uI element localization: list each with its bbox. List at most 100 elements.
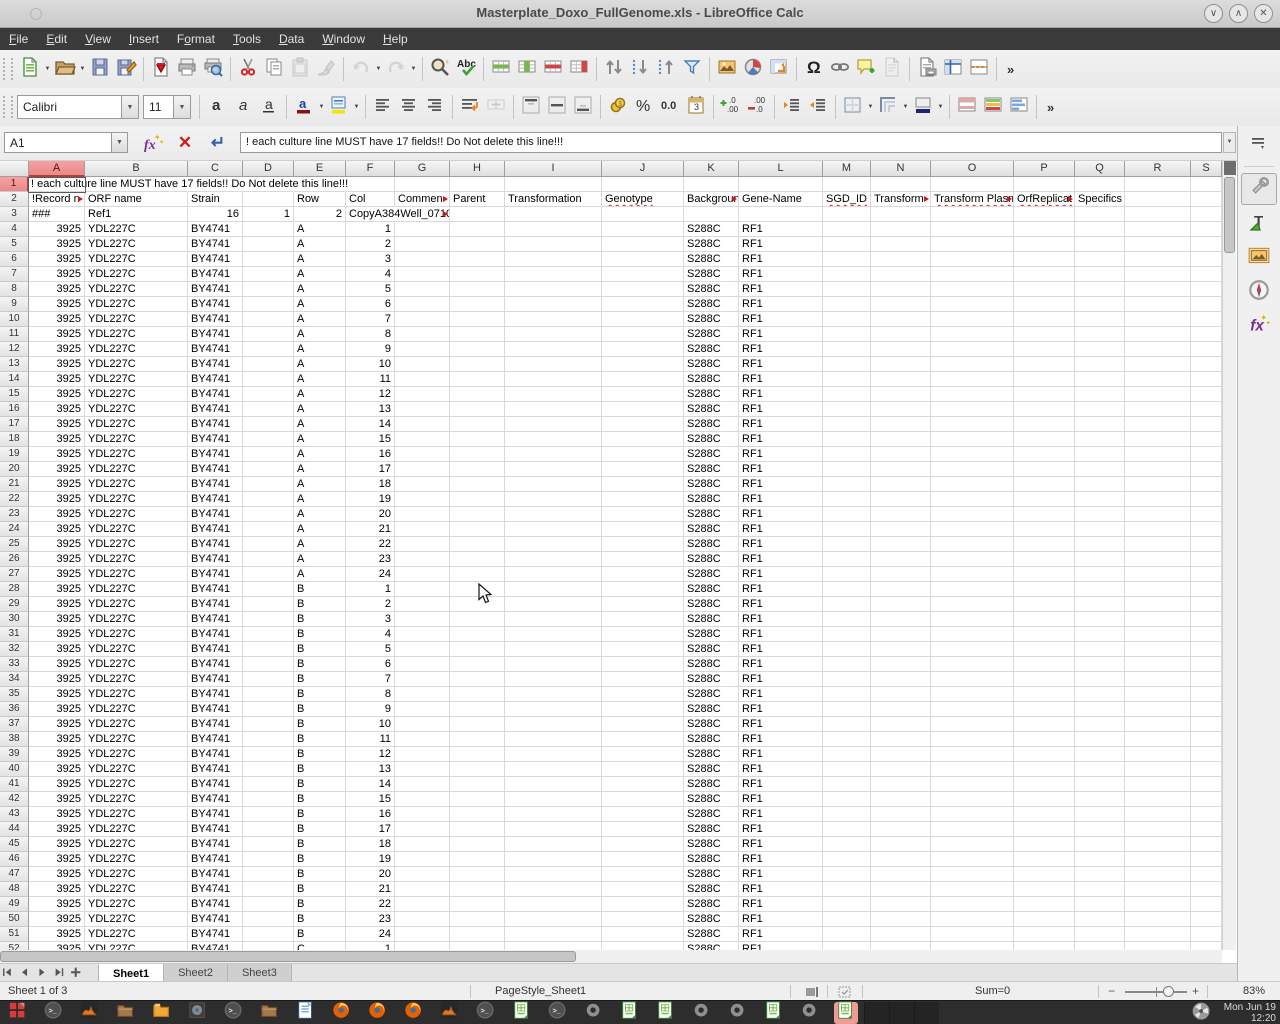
cell[interactable]: S288C bbox=[684, 222, 739, 237]
cell[interactable] bbox=[823, 507, 871, 522]
format-number-button[interactable]: 0.0 bbox=[657, 94, 683, 120]
cell[interactable] bbox=[1014, 762, 1075, 777]
cell[interactable]: B bbox=[294, 777, 346, 792]
cell[interactable]: RF1 bbox=[739, 477, 823, 492]
cell[interactable] bbox=[602, 612, 684, 627]
menu-data[interactable]: Data bbox=[270, 28, 313, 50]
cell[interactable]: YDL227C bbox=[85, 312, 188, 327]
column-header-N[interactable]: N bbox=[871, 161, 931, 177]
cell[interactable]: S288C bbox=[684, 672, 739, 687]
sort-button[interactable] bbox=[601, 56, 627, 82]
insert-mode-icon[interactable] bbox=[805, 986, 819, 998]
cell[interactable] bbox=[1014, 312, 1075, 327]
cell[interactable]: A bbox=[294, 462, 346, 477]
cell[interactable] bbox=[505, 627, 602, 642]
cell[interactable] bbox=[505, 762, 602, 777]
cell[interactable] bbox=[1075, 312, 1125, 327]
cell[interactable] bbox=[1125, 882, 1191, 897]
cell[interactable]: YDL227C bbox=[85, 897, 188, 912]
cell[interactable] bbox=[1191, 192, 1222, 207]
cell[interactable] bbox=[1125, 657, 1191, 672]
toolbar-overflow-button[interactable]: » bbox=[1041, 100, 1060, 115]
sheet-tab-sheet2[interactable]: Sheet2 bbox=[163, 964, 228, 982]
cell[interactable] bbox=[450, 387, 505, 402]
cell[interactable] bbox=[1014, 867, 1075, 882]
row-header-32[interactable]: 32 bbox=[0, 642, 29, 657]
cell[interactable]: S288C bbox=[684, 327, 739, 342]
cell[interactable] bbox=[1191, 267, 1222, 282]
cell[interactable] bbox=[1014, 537, 1075, 552]
cell[interactable] bbox=[1075, 657, 1125, 672]
cell[interactable]: 10 bbox=[346, 357, 395, 372]
cell[interactable]: B bbox=[294, 867, 346, 882]
cell[interactable]: 3925 bbox=[29, 357, 85, 372]
cell[interactable]: YDL227C bbox=[85, 432, 188, 447]
cell[interactable] bbox=[739, 207, 823, 222]
cell[interactable] bbox=[1191, 807, 1222, 822]
cell[interactable] bbox=[395, 462, 450, 477]
cell[interactable] bbox=[1191, 897, 1222, 912]
cell[interactable] bbox=[450, 597, 505, 612]
cell[interactable]: Col bbox=[346, 192, 395, 207]
cell[interactable]: S288C bbox=[684, 267, 739, 282]
cell[interactable] bbox=[823, 552, 871, 567]
cell[interactable]: 23 bbox=[346, 552, 395, 567]
cell[interactable] bbox=[1014, 912, 1075, 927]
cell[interactable] bbox=[602, 537, 684, 552]
row-header-10[interactable]: 10 bbox=[0, 312, 29, 327]
cell[interactable] bbox=[1075, 942, 1125, 950]
cell[interactable]: YDL227C bbox=[85, 492, 188, 507]
cell[interactable] bbox=[395, 927, 450, 942]
cell[interactable] bbox=[871, 822, 931, 837]
cell[interactable]: 3925 bbox=[29, 522, 85, 537]
cell[interactable]: B bbox=[294, 597, 346, 612]
cell[interactable]: S288C bbox=[684, 312, 739, 327]
cell[interactable]: 3925 bbox=[29, 837, 85, 852]
cell[interactable] bbox=[243, 852, 294, 867]
cell[interactable] bbox=[395, 912, 450, 927]
cell[interactable] bbox=[1191, 207, 1222, 222]
menu-view[interactable]: View bbox=[76, 28, 120, 50]
cell[interactable] bbox=[1075, 627, 1125, 642]
cell[interactable] bbox=[871, 222, 931, 237]
cell[interactable]: 3925 bbox=[29, 717, 85, 732]
cell[interactable]: RF1 bbox=[739, 582, 823, 597]
close-button[interactable]: ✕ bbox=[1254, 4, 1273, 23]
taskbar-item-firefox[interactable] bbox=[330, 1002, 354, 1024]
cell[interactable] bbox=[395, 627, 450, 642]
cell[interactable]: S288C bbox=[684, 462, 739, 477]
expand-formula-bar-button[interactable]: ▼ bbox=[1223, 132, 1236, 153]
cell[interactable] bbox=[602, 822, 684, 837]
cell[interactable] bbox=[243, 417, 294, 432]
cell[interactable] bbox=[871, 312, 931, 327]
cell[interactable]: BY4741 bbox=[188, 642, 243, 657]
cell[interactable] bbox=[450, 882, 505, 897]
sort-ascending-button[interactable] bbox=[627, 56, 653, 82]
cell[interactable]: BY4741 bbox=[188, 747, 243, 762]
conditional-data-bars-button[interactable] bbox=[1006, 94, 1032, 120]
cell[interactable] bbox=[450, 642, 505, 657]
cell[interactable] bbox=[243, 747, 294, 762]
cell[interactable] bbox=[602, 687, 684, 702]
cell[interactable]: S288C bbox=[684, 687, 739, 702]
taskbar-item-app-generic[interactable] bbox=[582, 1002, 606, 1024]
cell[interactable] bbox=[602, 567, 684, 582]
cell[interactable]: A bbox=[294, 372, 346, 387]
taskbar-item-app-generic[interactable] bbox=[798, 1002, 822, 1024]
sum-status[interactable]: Sum=0 bbox=[975, 985, 1010, 997]
cell[interactable]: 3925 bbox=[29, 342, 85, 357]
cell[interactable] bbox=[505, 582, 602, 597]
cell[interactable] bbox=[450, 342, 505, 357]
cell[interactable]: BY4741 bbox=[188, 402, 243, 417]
taskbar-item-firefox[interactable] bbox=[402, 1002, 426, 1024]
cell[interactable] bbox=[505, 837, 602, 852]
cell[interactable]: 3925 bbox=[29, 282, 85, 297]
cell[interactable] bbox=[1125, 372, 1191, 387]
cell[interactable] bbox=[395, 762, 450, 777]
cell[interactable]: 3925 bbox=[29, 237, 85, 252]
cell[interactable] bbox=[243, 312, 294, 327]
cell[interactable]: S288C bbox=[684, 777, 739, 792]
cell[interactable] bbox=[505, 927, 602, 942]
first-sheet-button[interactable] bbox=[0, 964, 17, 982]
taskbar-item-app-generic[interactable] bbox=[690, 1002, 714, 1024]
